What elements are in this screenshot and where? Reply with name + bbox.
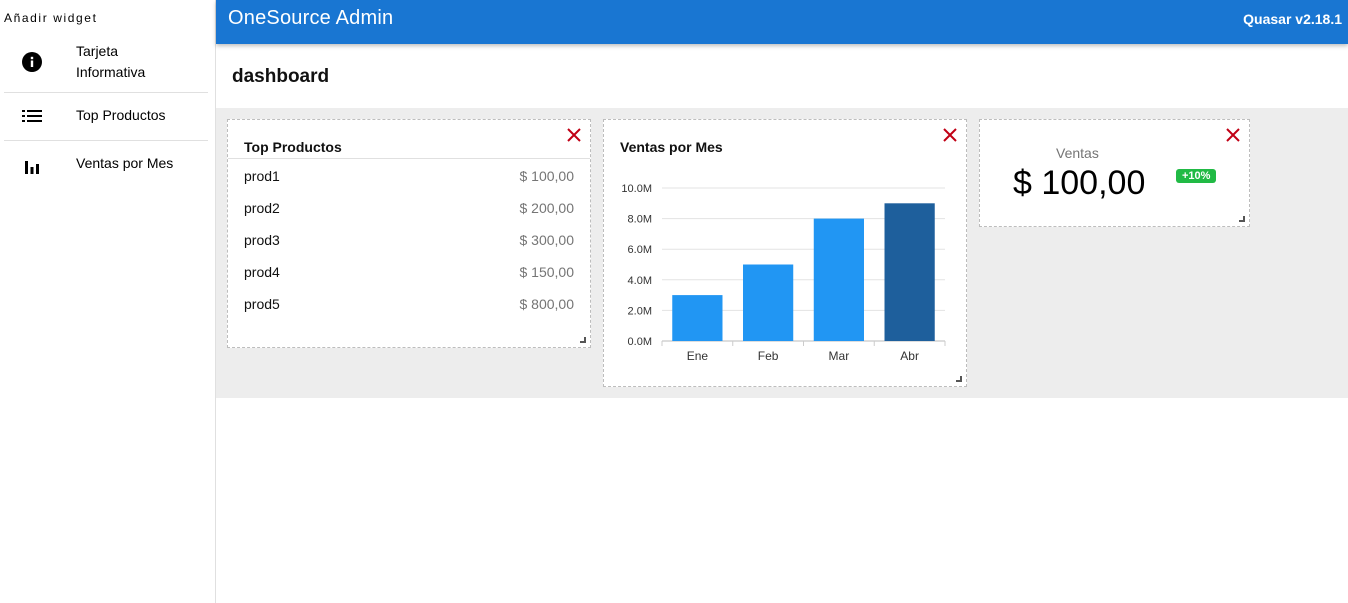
product-name: prod5	[244, 296, 280, 312]
product-price: $ 300,00	[519, 232, 575, 248]
y-tick-label: 0.0M	[628, 336, 652, 348]
widget-ventas[interactable]: Ventas $ 100,00 +10%	[979, 119, 1250, 227]
bar	[672, 295, 723, 341]
list-item: prod1 $ 100,00	[244, 168, 574, 188]
list-item: prod5 $ 800,00	[244, 296, 574, 316]
x-tick-label: Abr	[900, 349, 919, 363]
widget-ventas-por-mes[interactable]: Ventas por Mes 0.0M 2.0M 4.0M 6.0M 8.0M 10.0M…	[603, 119, 967, 387]
product-name: prod2	[244, 200, 280, 216]
sidebar-item-label: Top Productos	[76, 107, 166, 123]
bar	[884, 203, 935, 341]
list-item: prod3 $ 300,00	[244, 232, 574, 252]
close-icon[interactable]	[566, 127, 582, 143]
version-label: Quasar v2.18.1	[1243, 11, 1342, 27]
sidebar-item-tarjeta-informativa[interactable]: Tarjeta Informativa	[0, 40, 215, 84]
x-tick-label: Feb	[758, 349, 779, 363]
product-name: prod3	[244, 232, 280, 248]
divider	[4, 92, 208, 93]
app-header: OneSource Admin Quasar v2.18.1	[216, 0, 1348, 44]
divider	[228, 158, 590, 159]
product-price: $ 150,00	[519, 264, 575, 280]
product-price: $ 800,00	[519, 296, 575, 312]
y-tick-label: 10.0M	[621, 183, 652, 195]
sidebar-item-label: Ventas por Mes	[76, 155, 174, 171]
resize-handle[interactable]	[1239, 216, 1245, 222]
sidebar-item-label: Tarjeta Informativa	[76, 43, 146, 80]
x-tick-label: Ene	[687, 349, 709, 363]
product-name: prod1	[244, 168, 280, 184]
x-tick-label: Mar	[829, 349, 850, 363]
kpi-value: $ 100,00	[1013, 164, 1146, 202]
product-name: prod4	[244, 264, 280, 280]
page-title: dashboard	[232, 66, 330, 87]
bar-chart-icon	[22, 156, 42, 176]
app-title: OneSource Admin	[228, 7, 394, 29]
bar	[813, 218, 864, 341]
bar	[743, 264, 794, 341]
divider	[4, 140, 208, 141]
close-icon[interactable]	[1225, 127, 1241, 143]
sidebar-item-top-productos[interactable]: Top Productos	[0, 96, 215, 136]
list-item: prod4 $ 150,00	[244, 264, 574, 284]
y-tick-label: 6.0M	[628, 244, 652, 256]
product-price: $ 200,00	[519, 200, 575, 216]
kpi-label: Ventas	[1056, 145, 1099, 161]
info-icon	[22, 52, 42, 72]
bar-chart: 0.0M 2.0M 4.0M 6.0M 8.0M 10.0M Ene Feb Mar Abr	[621, 183, 946, 363]
sidebar-item-ventas-por-mes[interactable]: Ventas por Mes	[0, 144, 215, 184]
widget-title: Top Productos	[244, 139, 342, 155]
resize-handle[interactable]	[956, 376, 962, 382]
y-tick-label: 8.0M	[628, 214, 652, 226]
product-price: $ 100,00	[519, 168, 575, 184]
sidebar-title: Añadir widget	[4, 11, 98, 25]
resize-handle[interactable]	[580, 337, 586, 343]
y-tick-label: 4.0M	[628, 275, 652, 287]
list-item: prod2 $ 200,00	[244, 200, 574, 220]
status-badge: +10%	[1176, 169, 1217, 183]
sidebar: Añadir widget Tarjeta Informativa Top Pr…	[0, 0, 216, 603]
widget-top-productos[interactable]: Top Productos prod1 $ 100,00 prod2 $ 200…	[227, 119, 591, 348]
list-icon	[22, 106, 42, 126]
y-tick-label: 2.0M	[628, 305, 652, 317]
